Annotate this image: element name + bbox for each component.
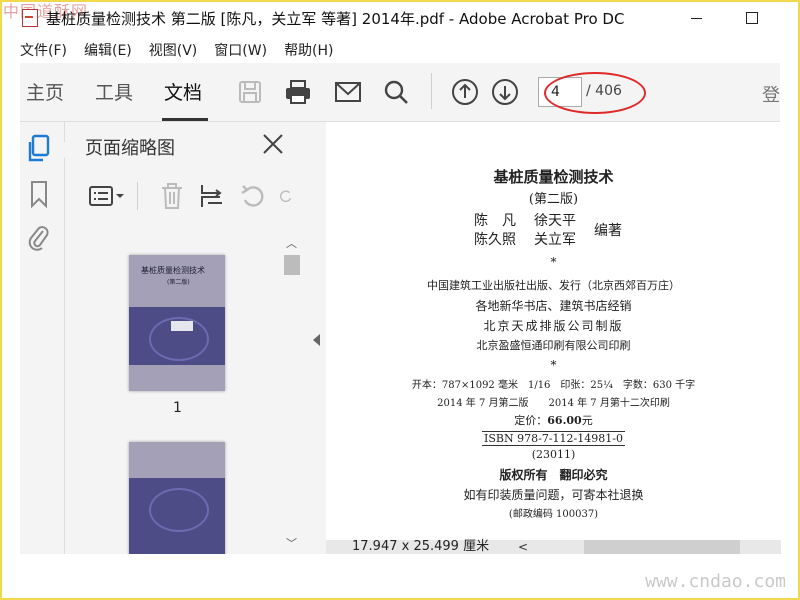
thumbnail-page-2[interactable] xyxy=(129,442,225,554)
separator-star-2: * xyxy=(550,358,557,372)
page-thumbnails-icon[interactable] xyxy=(24,134,54,164)
menu-edit[interactable]: 编辑(E) xyxy=(84,40,132,60)
tab-home[interactable]: 主页 xyxy=(26,78,64,105)
main-toolbar: 主页 工具 文档 4 / 406 登 xyxy=(20,63,780,122)
tool-separator xyxy=(137,182,138,210)
isbn-line: ISBN 978-7-112-14981-0 xyxy=(326,431,781,446)
separator-star-1: * xyxy=(550,255,557,269)
postal-code-line: (邮政编码 100037) xyxy=(508,509,599,520)
tab-tools[interactable]: 工具 xyxy=(95,78,133,105)
sign-in-partial[interactable]: 登 xyxy=(762,81,780,107)
menu-help[interactable]: 帮助(H) xyxy=(284,40,333,60)
thumbnail-page-1[interactable]: 基桩质量检测技术 (第二版) xyxy=(129,255,225,391)
minimize-icon xyxy=(690,17,702,19)
scrollbar-thumb[interactable] xyxy=(284,255,300,275)
navigation-rail xyxy=(20,122,65,554)
author-2: 徐天平 xyxy=(534,213,576,229)
search-icon[interactable] xyxy=(381,77,411,107)
collapse-left-icon xyxy=(313,334,320,346)
title-bar: 基桩质量检测技术 第二版 [陈凡，关立军 等著] 2014年.pdf - Ado… xyxy=(20,0,780,36)
scroll-left-icon[interactable]: < xyxy=(518,540,528,554)
scroll-down-icon[interactable]: ﹀ xyxy=(286,535,297,551)
thumbnail-cover-subtitle: (第二版) xyxy=(167,279,190,286)
author-4: 关立军 xyxy=(534,232,576,248)
status-bar: 17.947 x 25.499 厘米 < xyxy=(326,540,781,554)
panel-collapse-handle[interactable] xyxy=(310,122,326,554)
thumbnail-cover-graphic xyxy=(129,307,225,365)
thumbnail-page-label: 1 xyxy=(173,400,182,416)
window-controls xyxy=(668,0,780,36)
tab-document[interactable]: 文档 xyxy=(164,78,202,105)
menu-window[interactable]: 窗口(W) xyxy=(214,40,267,60)
maximize-icon xyxy=(746,12,758,24)
watermark-bottom-right: www.cndao.com xyxy=(645,571,786,592)
horizontal-scrollbar-thumb[interactable] xyxy=(584,540,740,554)
insert-page-icon[interactable] xyxy=(196,180,228,212)
return-policy-line: 如有印装质量问题，可寄本社退换 xyxy=(463,488,644,502)
window-title: 基桩质量检测技术 第二版 [陈凡，关立军 等著] 2014年.pdf - Ado… xyxy=(46,9,625,28)
menu-view[interactable]: 视图(V) xyxy=(149,40,198,60)
panel-title: 页面缩略图 xyxy=(85,138,175,159)
bookmark-icon[interactable] xyxy=(24,179,54,209)
thumbnail-cover-label xyxy=(171,321,193,331)
distributor-line: 各地新华书店、建筑书店经销 xyxy=(475,299,632,313)
edition-label: (第二版) xyxy=(528,192,579,207)
highlight-annotation-ellipse xyxy=(544,72,646,114)
book-title: 基桩质量检测技术 xyxy=(493,168,614,186)
pdf-file-icon xyxy=(22,9,38,27)
page-size-readout: 17.947 x 25.499 厘米 xyxy=(352,539,490,554)
panel-pointer xyxy=(57,142,65,158)
page-thumbnails-panel: 页面缩略图 基桩质量检测技术 (第二版) 1 ︿ ﹀ xyxy=(57,122,311,554)
isbn: ISBN 978-7-112-14981-0 xyxy=(482,431,625,446)
thumbnail-scrollbar[interactable]: ︿ ﹀ xyxy=(283,227,301,554)
close-icon[interactable] xyxy=(261,132,285,156)
print-icon[interactable] xyxy=(283,77,313,107)
typesetter-line: 北京天成排版公司制版 xyxy=(483,319,624,333)
options-menu-icon[interactable] xyxy=(85,180,129,212)
rotate-ccw-icon[interactable] xyxy=(237,180,269,212)
document-view[interactable]: 基桩质量检测技术 (第二版) 陈 凡 徐天平 陈久照 关立军 编著 * 中国建筑… xyxy=(326,122,781,540)
isbn-code: (23011) xyxy=(531,448,576,461)
active-tab-indicator xyxy=(162,118,208,121)
thumbnail-list: 基桩质量检测技术 (第二版) 1 ︿ ﹀ xyxy=(65,227,310,554)
author-1: 陈 凡 xyxy=(474,213,516,229)
rights-line: 版权所有 翻印必究 xyxy=(499,468,608,482)
menu-file[interactable]: 文件(F) xyxy=(20,40,67,60)
page-up-icon[interactable] xyxy=(450,77,480,107)
price-label: 定价： xyxy=(514,414,548,427)
author-3: 陈久照 xyxy=(474,232,516,248)
authors-role: 编著 xyxy=(594,223,622,239)
rotate-cw-icon[interactable] xyxy=(278,180,294,212)
thumbnail-cover-title: 基桩质量检测技术 xyxy=(141,266,205,275)
edition-print-line: 2014 年 7 月第二版 2014 年 7 月第十二次印刷 xyxy=(437,398,670,409)
format-line: 开本：787×1092 毫米 1/16 印张：25¼ 字数：630 千字 xyxy=(411,380,696,391)
attachment-icon[interactable] xyxy=(24,222,54,252)
menu-bar: 文件(F) 编辑(E) 视图(V) 窗口(W) 帮助(H) xyxy=(20,38,351,62)
price-value: 66.00 xyxy=(547,414,582,427)
email-icon[interactable] xyxy=(333,77,363,107)
page-down-icon[interactable] xyxy=(490,77,520,107)
price-line: 定价：66.00元 xyxy=(326,412,781,428)
price-unit: 元 xyxy=(581,414,593,427)
pdf-page: 基桩质量检测技术 (第二版) 陈 凡 徐天平 陈久照 关立军 编著 * 中国建筑… xyxy=(326,122,781,540)
maximize-button[interactable] xyxy=(724,0,780,36)
toolbar-separator xyxy=(431,73,432,109)
printer-line: 北京盈盛恒通印刷有限公司印刷 xyxy=(476,339,631,352)
delete-icon[interactable] xyxy=(156,180,188,212)
scroll-up-icon[interactable]: ︿ xyxy=(286,235,297,251)
thumbnail-toolbar xyxy=(65,172,310,222)
minimize-button[interactable] xyxy=(668,0,724,36)
save-icon[interactable] xyxy=(235,77,265,107)
thumbnail-cover-graphic xyxy=(129,478,225,554)
publisher-line: 中国建筑工业出版社出版、发行（北京西郊百万庄） xyxy=(427,279,680,292)
